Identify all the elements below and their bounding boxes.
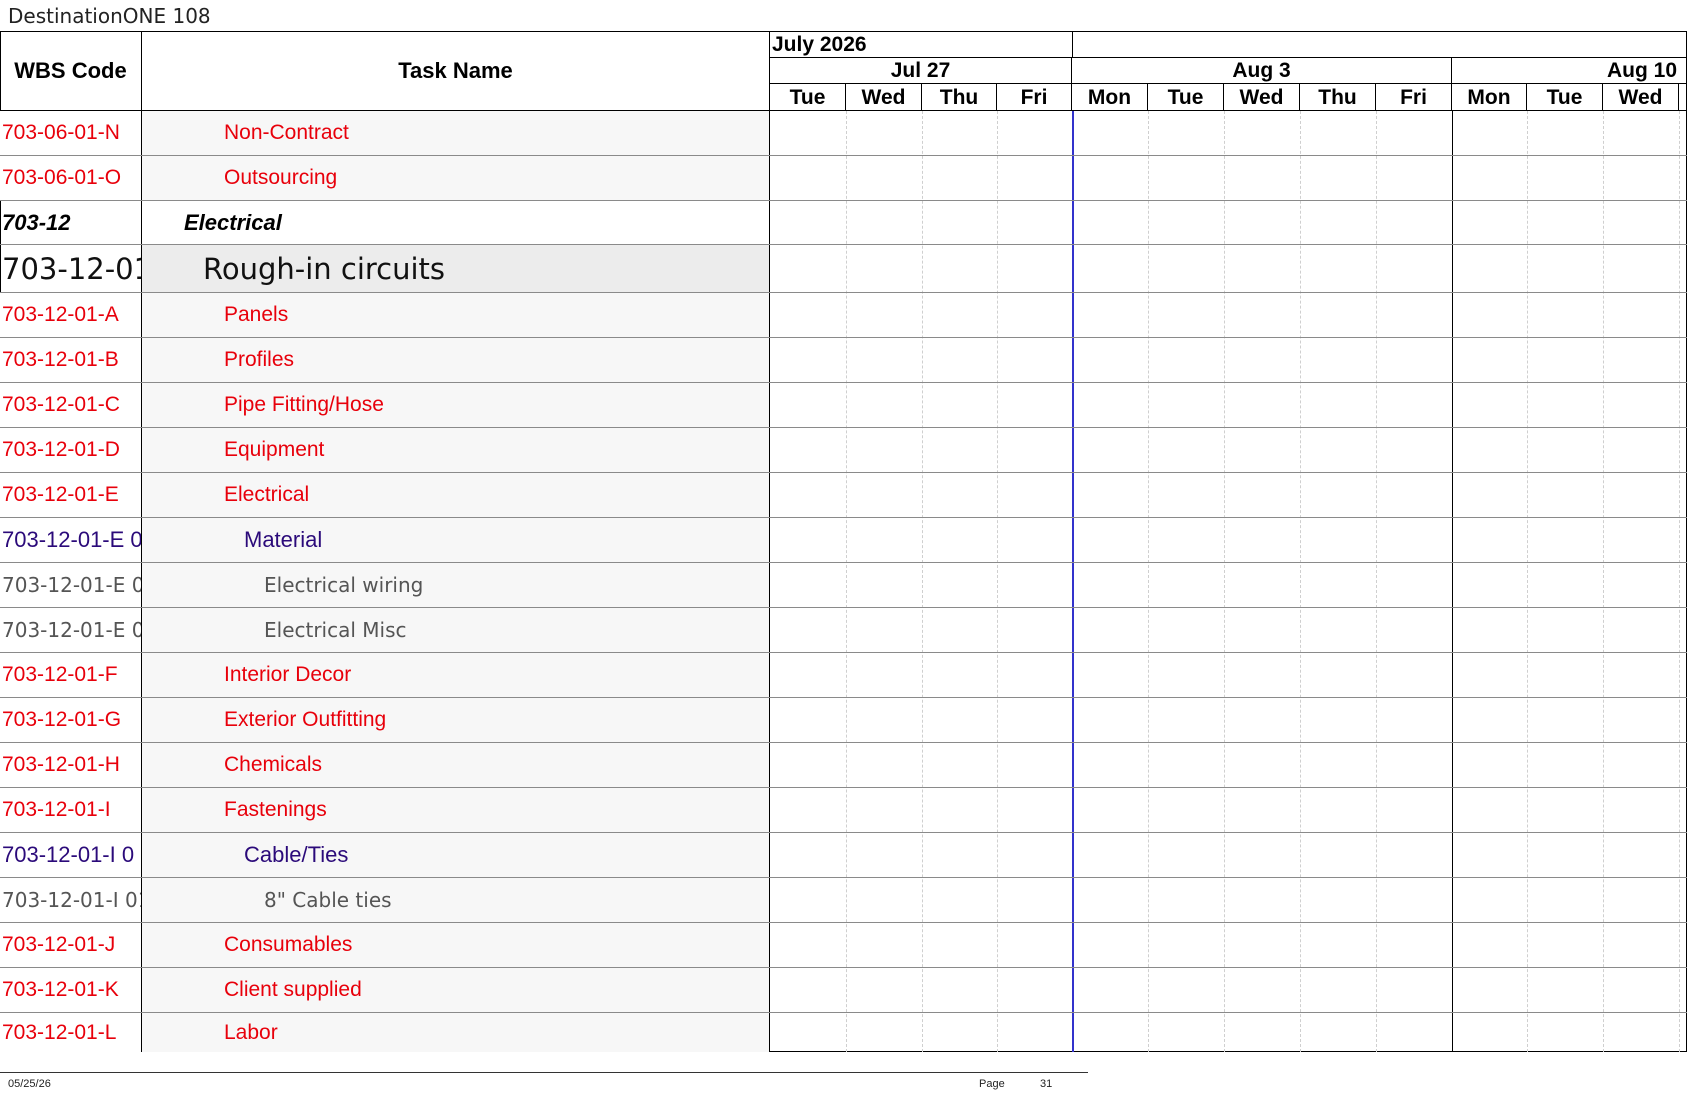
- task-name-cell: Fastenings: [142, 788, 770, 832]
- column-header-task-name[interactable]: Task Name: [142, 31, 770, 111]
- table-row[interactable]: 703-12-01-E 01 Electrical wiring: [0, 563, 1687, 608]
- footer-page-number: 31: [1040, 1078, 1053, 1090]
- table-row[interactable]: 703-12-01-I Fastenings: [0, 788, 1687, 833]
- day-label: Thu: [1300, 84, 1376, 111]
- task-name-cell: Labor: [142, 1013, 770, 1052]
- month-label: July 2026: [772, 33, 867, 56]
- wbs-code-cell: 703-06-01-N: [0, 111, 142, 155]
- table-row[interactable]: 703-12-01-E 0 Material: [0, 518, 1687, 563]
- wbs-code-cell: 703-12-01-A: [0, 293, 142, 337]
- month-divider: [1072, 31, 1073, 58]
- task-name-cell: Client supplied: [142, 968, 770, 1012]
- wbs-code-cell: 703-12: [0, 201, 142, 244]
- table-row[interactable]: 703-12-01-L Labor: [0, 1013, 1687, 1052]
- day-label: Thu: [922, 84, 997, 111]
- table-row[interactable]: 703-12-01-K Client supplied: [0, 968, 1687, 1013]
- task-name-cell: Outsourcing: [142, 156, 770, 200]
- timescale-day-row: Tue Wed Thu Fri Mon Tue Wed Thu Fri Mon …: [770, 84, 1687, 111]
- wbs-code-cell: 703-12-01-I: [0, 788, 142, 832]
- table-row[interactable]: 703-12-01-B Profiles: [0, 338, 1687, 383]
- wbs-code-cell: 703-12-01-E 01: [0, 608, 142, 652]
- task-name-cell: Consumables: [142, 923, 770, 967]
- table-row[interactable]: 703-12-01-C Pipe Fitting/Hose: [0, 383, 1687, 428]
- table-row[interactable]: 703-12-01-F Interior Decor: [0, 653, 1687, 698]
- task-name-cell: Pipe Fitting/Hose: [142, 383, 770, 427]
- table-row[interactable]: 703-12-01-E 01 Electrical Misc: [0, 608, 1687, 653]
- task-name-cell: Exterior Outfitting: [142, 698, 770, 742]
- day-label: Tue: [1148, 84, 1224, 111]
- table-row[interactable]: 703-06-01-N Non-Contract: [0, 111, 1687, 156]
- table-row[interactable]: 703-12-01-J Consumables: [0, 923, 1687, 968]
- wbs-code-cell: 703-12-01-H: [0, 743, 142, 787]
- column-header-wbs-code[interactable]: WBS Code: [0, 31, 142, 111]
- wbs-code-cell: 703-12-01-E: [0, 473, 142, 517]
- timescale-week-row: Jul 27 Aug 3 Aug 10: [770, 58, 1687, 84]
- day-label: Mon: [1452, 84, 1527, 111]
- wbs-code-cell: 703-12-01-K: [0, 968, 142, 1012]
- wbs-code-cell: 703-12-01-L: [0, 1013, 142, 1052]
- day-label: Fri: [1376, 84, 1452, 111]
- wbs-code-cell: 703-12-01-I 0: [0, 833, 142, 877]
- week-label: Aug 10: [1606, 59, 1677, 82]
- wbs-code-cell: 703-12-01-I 01: [0, 878, 142, 922]
- task-name-cell: 8" Cable ties: [142, 878, 770, 922]
- task-name-cell: Material: [142, 518, 770, 562]
- table-row[interactable]: 703-12-01-I 0 Cable/Ties: [0, 833, 1687, 878]
- task-name-cell: Electrical: [142, 473, 770, 517]
- day-label: Tue: [770, 84, 846, 111]
- task-name-cell: Panels: [142, 293, 770, 337]
- wbs-code-cell: 703-12-01-F: [0, 653, 142, 697]
- task-name-cell: Non-Contract: [142, 111, 770, 155]
- week-label: Jul 27: [770, 58, 1072, 84]
- task-name-cell: Electrical: [142, 201, 770, 244]
- wbs-code-cell: 703-12-01-D: [0, 428, 142, 472]
- wbs-code-cell: 703-12-01-E 0: [0, 518, 142, 562]
- task-name-cell: Rough-in circuits: [142, 245, 770, 292]
- wbs-code-cell: 703-12-01: [0, 245, 142, 292]
- footer-divider: [0, 1072, 1088, 1073]
- task-name-cell: Cable/Ties: [142, 833, 770, 877]
- day-label: Wed: [1224, 84, 1300, 111]
- table-row[interactable]: 703-06-01-O Outsourcing: [0, 156, 1687, 201]
- wbs-code-cell: 703-12-01-J: [0, 923, 142, 967]
- task-name-cell: Profiles: [142, 338, 770, 382]
- task-name-cell: Equipment: [142, 428, 770, 472]
- table-row[interactable]: 703-12-01-G Exterior Outfitting: [0, 698, 1687, 743]
- footer-date: 05/25/26: [8, 1078, 51, 1090]
- week-label: Aug 3: [1072, 58, 1452, 84]
- footer-page-label: Page: [979, 1078, 1005, 1090]
- table-row[interactable]: 703-12-01-H Chemicals: [0, 743, 1687, 788]
- table-row[interactable]: 703-12-01-E Electrical: [0, 473, 1687, 518]
- day-label: Tue: [1527, 84, 1603, 111]
- wbs-code-cell: 703-12-01-E 01: [0, 563, 142, 607]
- day-label: Wed: [1603, 84, 1679, 111]
- table-row[interactable]: 703-12 Electrical: [0, 201, 1687, 245]
- wbs-code-cell: 703-06-01-O: [0, 156, 142, 200]
- day-label: Wed: [846, 84, 922, 111]
- wbs-code-cell: 703-12-01-G: [0, 698, 142, 742]
- task-name-cell: Electrical Misc: [142, 608, 770, 652]
- document-title: DestinationONE 108: [8, 4, 211, 28]
- day-label: Fri: [997, 84, 1072, 111]
- day-label: Mon: [1072, 84, 1148, 111]
- task-name-cell: Electrical wiring: [142, 563, 770, 607]
- table-row[interactable]: 703-12-01-I 01 8" Cable ties: [0, 878, 1687, 923]
- wbs-code-cell: 703-12-01-B: [0, 338, 142, 382]
- task-name-cell: Chemicals: [142, 743, 770, 787]
- table-row[interactable]: 703-12-01 Rough-in circuits: [0, 245, 1687, 293]
- task-name-cell: Interior Decor: [142, 653, 770, 697]
- wbs-code-cell: 703-12-01-C: [0, 383, 142, 427]
- timescale-month-row: July 2026: [770, 31, 1687, 58]
- table-row[interactable]: 703-12-01-D Equipment: [0, 428, 1687, 473]
- table-row[interactable]: 703-12-01-A Panels: [0, 293, 1687, 338]
